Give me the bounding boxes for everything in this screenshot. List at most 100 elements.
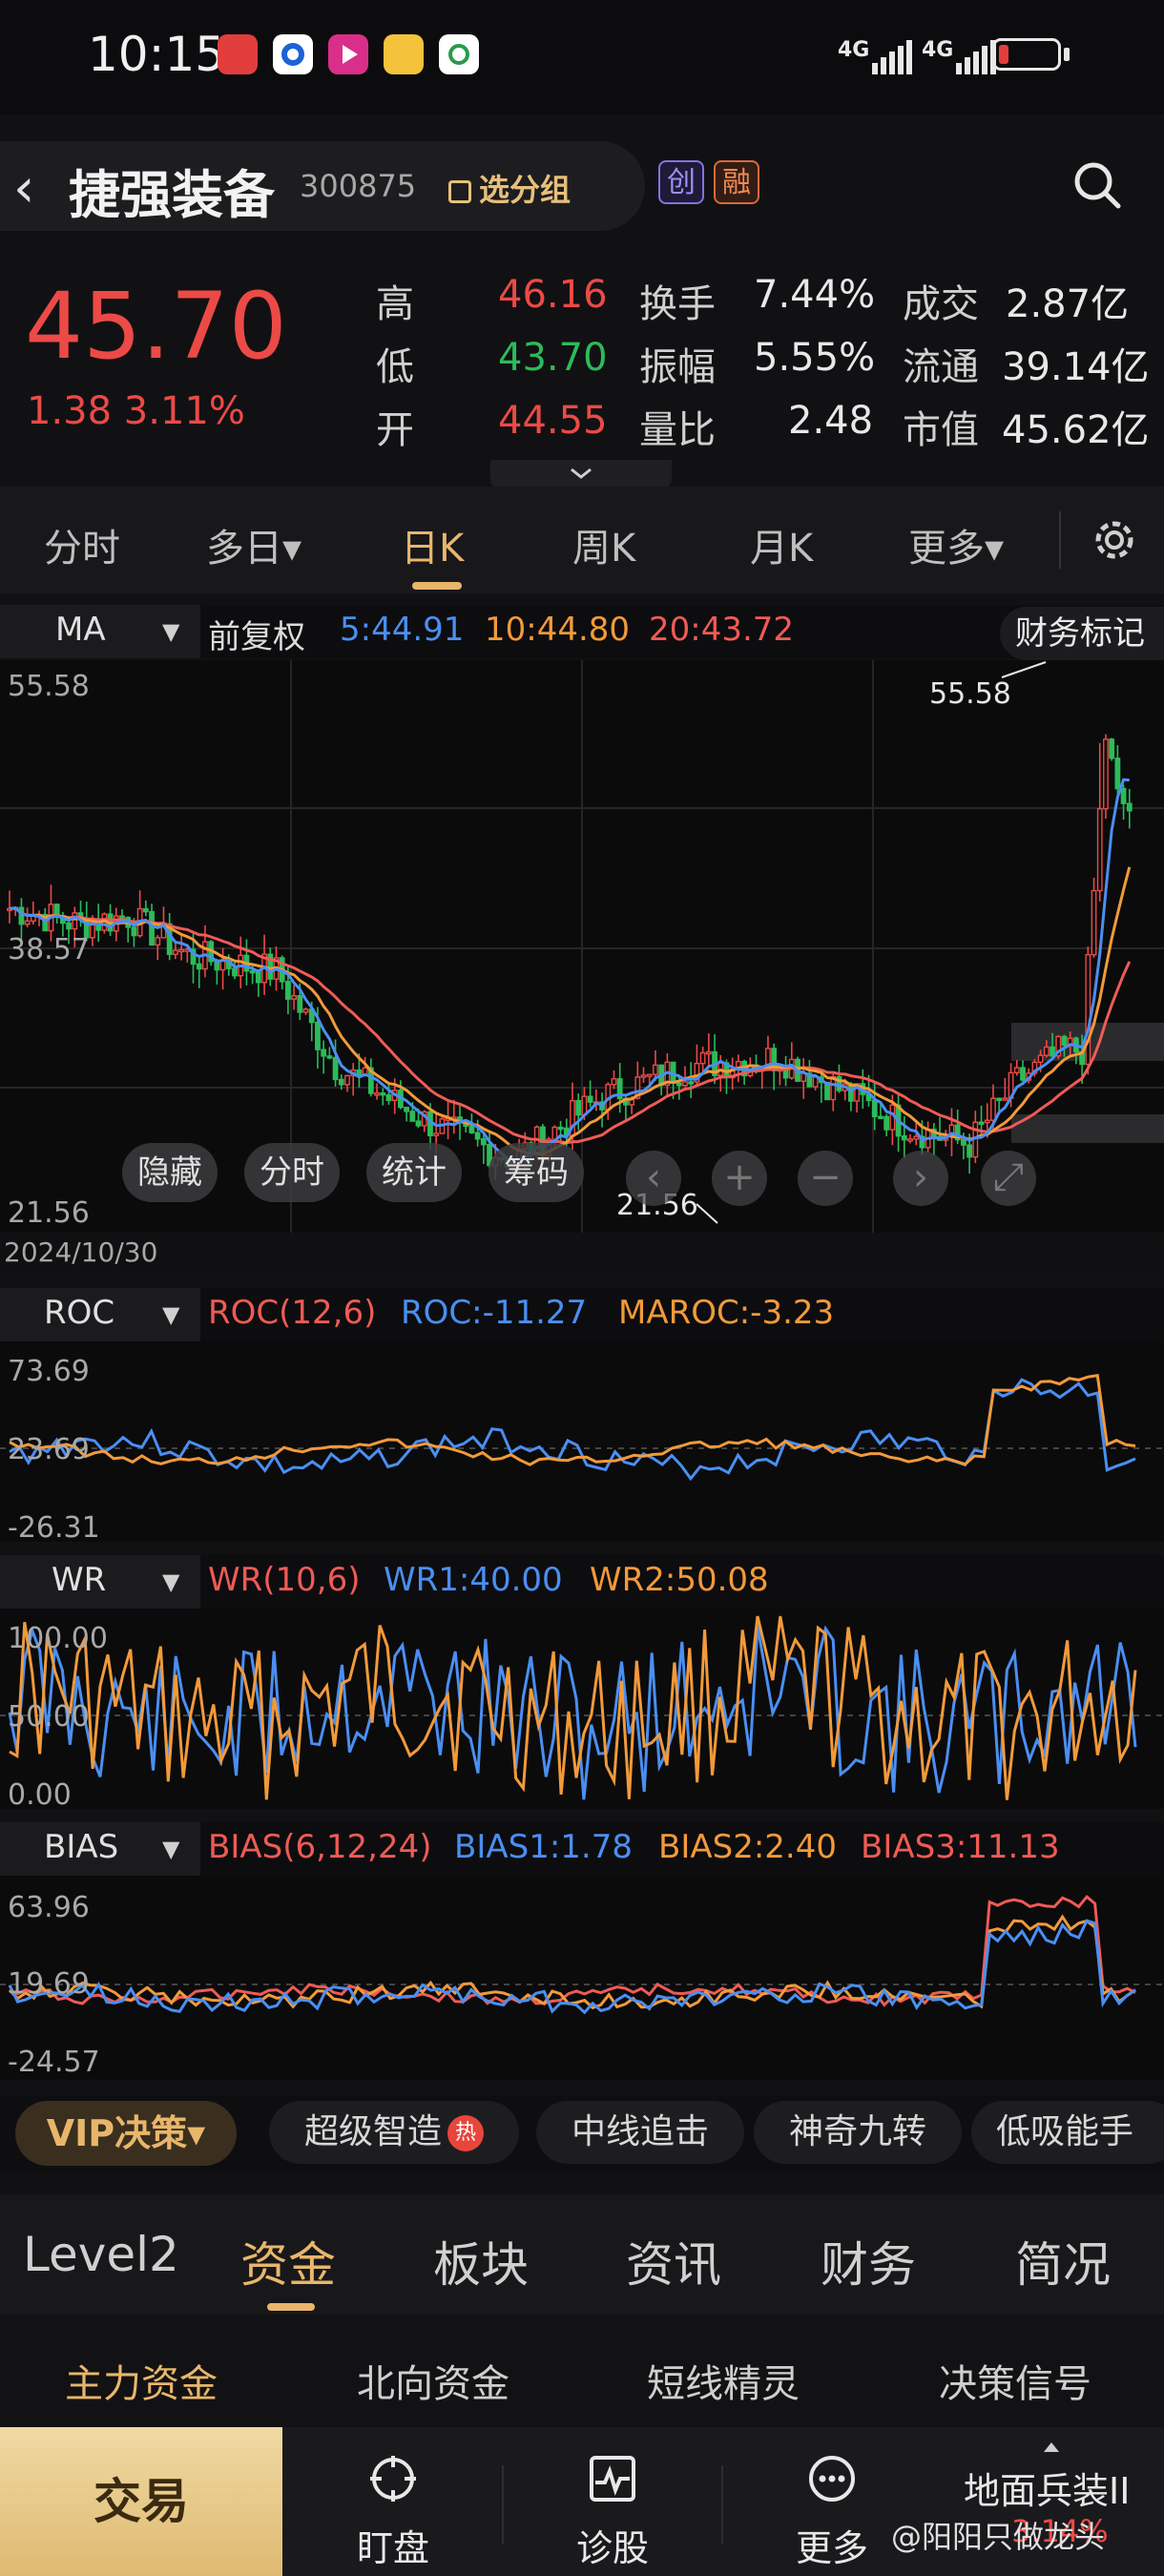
roc-chart[interactable] bbox=[0, 1341, 1164, 1542]
tab-level2[interactable]: Level2 bbox=[23, 2227, 179, 2282]
candle-body bbox=[1020, 1067, 1026, 1081]
subtab-signals[interactable]: 决策信号 bbox=[939, 2353, 1091, 2408]
tab-more[interactable]: 更多▾ bbox=[908, 517, 1004, 572]
expand-quote-button[interactable] bbox=[490, 460, 672, 488]
tag-super-manufacturing[interactable]: 超级智造热 bbox=[269, 2101, 519, 2164]
adjust-mode[interactable]: 前复权 bbox=[208, 611, 305, 657]
float-value: 39.14亿 bbox=[1002, 345, 1150, 389]
tag-midline-chase[interactable]: 中线追击 bbox=[536, 2101, 744, 2164]
nav-diagnose[interactable]: 诊股 bbox=[517, 2452, 708, 2571]
bias-chart[interactable] bbox=[0, 1876, 1164, 2080]
nav-separator bbox=[721, 2465, 723, 2544]
back-icon[interactable]: ‹ bbox=[13, 157, 34, 219]
expand-up-icon[interactable] bbox=[1044, 2442, 1059, 2452]
candle-body bbox=[978, 1121, 985, 1125]
candle-body bbox=[1037, 1054, 1044, 1064]
low-label: 低 bbox=[376, 345, 414, 389]
finance-mark-button[interactable]: 财务标记 bbox=[1000, 607, 1164, 660]
wr-chart[interactable] bbox=[0, 1609, 1164, 1809]
tab-monthly-k[interactable]: 月K bbox=[750, 517, 813, 572]
candle-body bbox=[901, 1134, 907, 1141]
fullscreen-icon[interactable]: ⤢ bbox=[981, 1151, 1036, 1206]
bias-y-bottom: -24.57 bbox=[8, 2046, 100, 2079]
roc-indicator-name: ROC bbox=[44, 1294, 115, 1332]
ma-indicator-name: MA bbox=[55, 611, 106, 649]
nav-watch-label: 盯盘 bbox=[356, 2527, 429, 2569]
tab-profile[interactable]: 简况 bbox=[1015, 2227, 1111, 2296]
stock-code: 300875 bbox=[300, 168, 417, 204]
candle-body bbox=[433, 1132, 440, 1136]
chips-distribution-button[interactable]: 筹码 bbox=[488, 1143, 584, 1202]
tab-finance[interactable]: 财务 bbox=[821, 2227, 916, 2296]
candle-body bbox=[172, 949, 178, 955]
section-active-indicator bbox=[267, 2303, 315, 2311]
maroc-value: MAROC:-3.23 bbox=[618, 1294, 835, 1332]
candle-body bbox=[344, 1074, 350, 1086]
tab-multi-day[interactable]: 多日▾ bbox=[206, 517, 301, 572]
nav-diagnose-label: 诊股 bbox=[575, 2527, 649, 2569]
turnover-value: 7.44% bbox=[754, 273, 876, 317]
bias-params: BIAS(6,12,24) bbox=[208, 1828, 432, 1866]
candle-body bbox=[1013, 1067, 1020, 1074]
video-app-icon bbox=[328, 34, 368, 74]
statistics-button[interactable]: 统计 bbox=[366, 1143, 462, 1202]
tab-funds[interactable]: 资金 bbox=[240, 2227, 336, 2296]
candle-body bbox=[878, 1115, 883, 1119]
related-sector-name[interactable]: 地面兵装II bbox=[964, 2462, 1130, 2514]
vip-decision-button[interactable]: VIP决策▾ bbox=[15, 2101, 237, 2166]
volume-ratio-value: 2.48 bbox=[788, 399, 874, 443]
tag-low-buy[interactable]: 低吸能手 bbox=[971, 2101, 1164, 2164]
zoom-out-icon[interactable]: − bbox=[798, 1151, 853, 1206]
subtab-short-term[interactable]: 短线精灵 bbox=[647, 2353, 800, 2408]
candle-body bbox=[374, 1092, 380, 1096]
candle-body bbox=[480, 1138, 487, 1146]
scroll-left-icon[interactable]: ‹ bbox=[626, 1151, 681, 1206]
candle-body bbox=[699, 1051, 706, 1065]
wr1-value: WR1:40.00 bbox=[384, 1561, 563, 1599]
candle-body bbox=[297, 995, 303, 1013]
candle-body bbox=[66, 922, 73, 930]
tab-intraday[interactable]: 分时 bbox=[44, 517, 120, 572]
candle-body bbox=[232, 967, 238, 977]
tag-nine-turn[interactable]: 神奇九转 bbox=[754, 2101, 962, 2164]
hide-button[interactable]: 隐藏 bbox=[122, 1143, 218, 1202]
candle-body bbox=[338, 1078, 344, 1086]
tab-weekly-k[interactable]: 周K bbox=[572, 517, 635, 572]
candle-body bbox=[557, 1126, 564, 1131]
nav-watch[interactable]: 盯盘 bbox=[298, 2452, 488, 2571]
float-label: 流通 bbox=[903, 345, 979, 389]
candle-body bbox=[302, 1008, 309, 1013]
select-group-button[interactable]: 选分组 bbox=[448, 166, 571, 210]
intraday-overlay-button[interactable]: 分时 bbox=[244, 1143, 340, 1202]
tab-news[interactable]: 资讯 bbox=[626, 2227, 721, 2296]
ma-dropdown-icon: ▼ bbox=[162, 618, 180, 645]
bias-dropdown-icon: ▼ bbox=[162, 1836, 180, 1862]
candle-body bbox=[984, 1119, 990, 1124]
candle-body bbox=[72, 912, 78, 930]
candle-body bbox=[356, 1069, 363, 1076]
bias1-value: BIAS1:1.78 bbox=[454, 1828, 633, 1866]
zoom-in-icon[interactable]: + bbox=[712, 1151, 767, 1206]
candle-body bbox=[1050, 1046, 1055, 1057]
search-icon[interactable] bbox=[1070, 158, 1124, 212]
candle-body bbox=[812, 1076, 819, 1088]
amount-label: 成交 bbox=[903, 282, 979, 326]
wr2-value: WR2:50.08 bbox=[590, 1561, 769, 1599]
gear-icon[interactable] bbox=[1088, 513, 1141, 567]
tab-sector[interactable]: 板块 bbox=[433, 2227, 529, 2296]
candle-body bbox=[409, 1111, 416, 1122]
roc-params: ROC(12,6) bbox=[208, 1294, 377, 1332]
subtab-main-funds[interactable]: 主力资金 bbox=[65, 2353, 218, 2408]
candle-body bbox=[1043, 1046, 1050, 1056]
trade-button[interactable]: 交易 bbox=[0, 2427, 282, 2576]
tab-daily-k[interactable]: 日K bbox=[401, 517, 464, 572]
candle-body bbox=[611, 1078, 617, 1086]
scroll-right-icon[interactable]: › bbox=[893, 1151, 948, 1206]
market-cap-value: 45.62亿 bbox=[1002, 408, 1150, 452]
subtab-northbound[interactable]: 北向资金 bbox=[357, 2353, 509, 2408]
candle-body bbox=[640, 1074, 647, 1078]
amount-value: 2.87亿 bbox=[1006, 282, 1130, 326]
candle-body bbox=[149, 910, 155, 946]
candle-body bbox=[1103, 738, 1109, 810]
candle-body bbox=[321, 1049, 327, 1057]
